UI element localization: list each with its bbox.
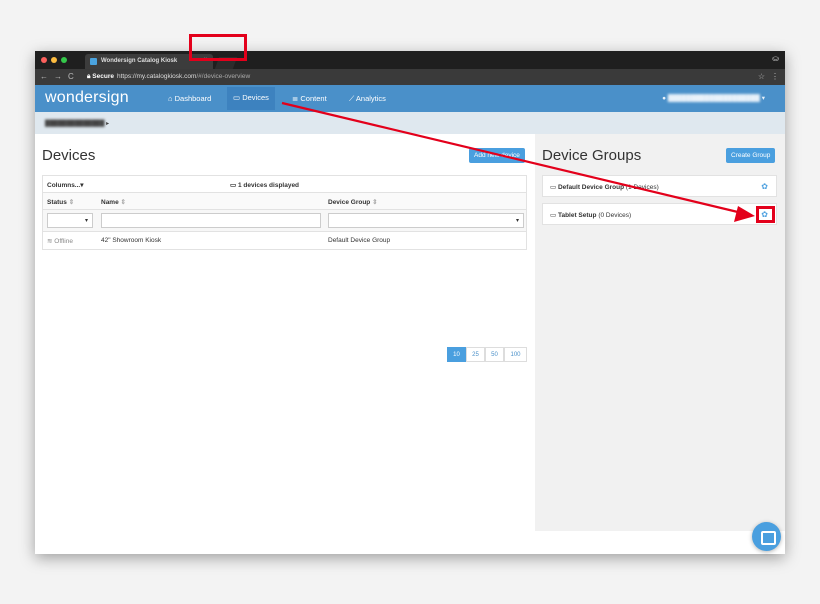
gear-icon[interactable]: ✿ <box>761 182 768 191</box>
app-navbar: wondersign ⌂ Dashboard ▭ Devices ≣ Conte… <box>35 85 785 112</box>
folder-icon: ▭ <box>550 184 557 191</box>
user-icon: ● <box>662 95 666 102</box>
browser-tab-bar: Wondersign Catalog Kiosk × ⛀ <box>35 51 785 69</box>
header-group[interactable]: Device Group ⇕ <box>328 198 378 206</box>
devices-panel: Devices Add new device Columns...▾ ▭ 1 d… <box>35 134 535 554</box>
filter-row: ▾ ▾ <box>43 210 526 232</box>
browser-menu-icon[interactable]: ⋮ <box>771 72 779 81</box>
group-label: ▭ Tablet Setup (0 Devices) <box>550 211 631 219</box>
nav-content-label: Content <box>300 94 327 103</box>
header-status[interactable]: Status ⇕ <box>47 198 74 206</box>
bookmark-star-icon[interactable]: ☆ <box>758 72 765 81</box>
page-size-100[interactable]: 100 <box>504 347 527 362</box>
nav-content[interactable]: ≣ Content <box>292 94 327 103</box>
page-size-25[interactable]: 25 <box>466 347 485 362</box>
secure-label: Secure <box>92 73 114 80</box>
nav-dashboard-label: Dashboard <box>174 94 212 103</box>
list-icon: ≣ <box>292 94 299 103</box>
maximize-window-button[interactable] <box>61 57 67 63</box>
account-name-redacted: ██████████████ <box>45 121 105 127</box>
status-filter-select[interactable]: ▾ <box>47 213 93 228</box>
chat-widget-button[interactable] <box>752 522 781 551</box>
browser-profile-icon[interactable]: ⛀ <box>772 54 779 63</box>
sort-icon: ⇕ <box>120 199 126 206</box>
user-email-redacted: ████████████████████ <box>667 95 760 102</box>
nav-analytics-label: Analytics <box>355 94 386 103</box>
address-bar: ← → C 🔒︎ Secure https://my.catalogkiosk.… <box>35 69 785 85</box>
lock-icon: 🔒︎ <box>87 73 91 80</box>
header-status-label: Status <box>47 199 67 206</box>
chevron-down-icon: ▾ <box>515 218 519 224</box>
account-selector[interactable]: ██████████████ ▸ <box>45 120 109 127</box>
columns-toggle[interactable]: Columns...▾ <box>47 181 84 189</box>
name-filter-input[interactable] <box>101 213 321 228</box>
group-count: (1 Devices) <box>625 184 659 191</box>
url-host: https://my.catalogkiosk.com <box>117 73 197 80</box>
gear-highlight-box <box>756 206 775 223</box>
group-label: ▭ Default Device Group (1 Devices) <box>550 183 659 191</box>
url-path: /#/device-overview <box>196 73 251 80</box>
monitor-icon: ▭ <box>230 182 237 189</box>
minimize-window-button[interactable] <box>51 57 57 63</box>
home-icon: ⌂ <box>168 94 173 103</box>
sort-icon: ⇕ <box>372 199 378 206</box>
nav-dashboard[interactable]: ⌂ Dashboard <box>168 94 211 103</box>
header-name-label: Name <box>101 199 119 206</box>
chart-icon: ⟋ <box>349 94 355 103</box>
columns-toggle-label: Columns... <box>47 182 81 189</box>
nav-analytics[interactable]: ⟋ Analytics <box>349 94 386 104</box>
header-group-label: Device Group <box>328 199 371 206</box>
url-field[interactable]: https://my.catalogkiosk.com/#/device-ove… <box>117 73 250 80</box>
nav-devices-label: Devices <box>242 93 269 102</box>
create-group-button[interactable]: Create Group <box>726 148 776 163</box>
wifi-icon: ≋ <box>47 238 53 245</box>
browser-window: Wondersign Catalog Kiosk × ⛀ ← → C 🔒︎ Se… <box>35 51 785 554</box>
status-cell: ≋ Offline <box>47 237 73 245</box>
devices-count: ▭ 1 devices displayed <box>230 181 299 189</box>
back-arrow-icon[interactable]: ← <box>40 72 48 81</box>
user-caret-icon: ▾ <box>761 95 765 102</box>
tab-title: Wondersign Catalog Kiosk <box>101 58 178 64</box>
device-groups-title: Device Groups <box>542 147 642 164</box>
sort-icon: ⇕ <box>68 199 75 206</box>
status-value: Offline <box>54 238 73 245</box>
table-row[interactable]: ≋ Offline 42" Showroom Kiosk Default Dev… <box>43 232 526 249</box>
table-toolbar: Columns...▾ ▭ 1 devices displayed <box>43 176 526 193</box>
add-device-button[interactable]: Add new device <box>469 148 525 163</box>
forward-arrow-icon[interactable]: → <box>54 72 62 81</box>
group-filter-select[interactable]: ▾ <box>328 213 524 228</box>
group-name: Tablet Setup <box>557 212 597 219</box>
secure-indicator[interactable]: 🔒︎ Secure <box>87 73 114 81</box>
device-group-cell: Default Device Group <box>328 237 391 244</box>
devices-title: Devices <box>42 147 96 164</box>
devices-table: Columns...▾ ▭ 1 devices displayed Status… <box>42 175 527 250</box>
reload-icon[interactable]: C <box>68 72 74 81</box>
chevron-down-icon: ▾ <box>84 218 88 224</box>
group-item[interactable]: ▭ Default Device Group (1 Devices) ✿ <box>542 175 777 197</box>
account-bar: ██████████████ ▸ <box>35 112 785 134</box>
header-name[interactable]: Name ⇕ <box>101 198 126 206</box>
device-name-cell: 42" Showroom Kiosk <box>101 237 162 244</box>
table-header: Status ⇕ Name ⇕ Device Group ⇕ <box>43 193 526 210</box>
user-menu[interactable]: ● ████████████████████ ▾ <box>662 94 765 102</box>
page-size-10[interactable]: 10 <box>447 347 466 362</box>
devices-highlight-box <box>189 34 247 61</box>
close-window-button[interactable] <box>41 57 47 63</box>
group-count: (0 Devices) <box>598 212 632 219</box>
monitor-icon: ▭ <box>233 93 241 102</box>
nav-devices[interactable]: ▭ Devices <box>227 87 275 110</box>
wondersign-favicon-icon <box>90 58 97 65</box>
wondersign-logo[interactable]: wondersign <box>45 89 129 107</box>
page-size-50[interactable]: 50 <box>485 347 504 362</box>
group-name: Default Device Group <box>557 184 625 191</box>
devices-count-label: 1 devices displayed <box>237 182 300 189</box>
group-item[interactable]: ▭ Tablet Setup (0 Devices) ✿ <box>542 203 777 225</box>
device-groups-panel: Device Groups Create Group ▭ Default Dev… <box>535 134 785 531</box>
folder-icon: ▭ <box>550 212 557 219</box>
